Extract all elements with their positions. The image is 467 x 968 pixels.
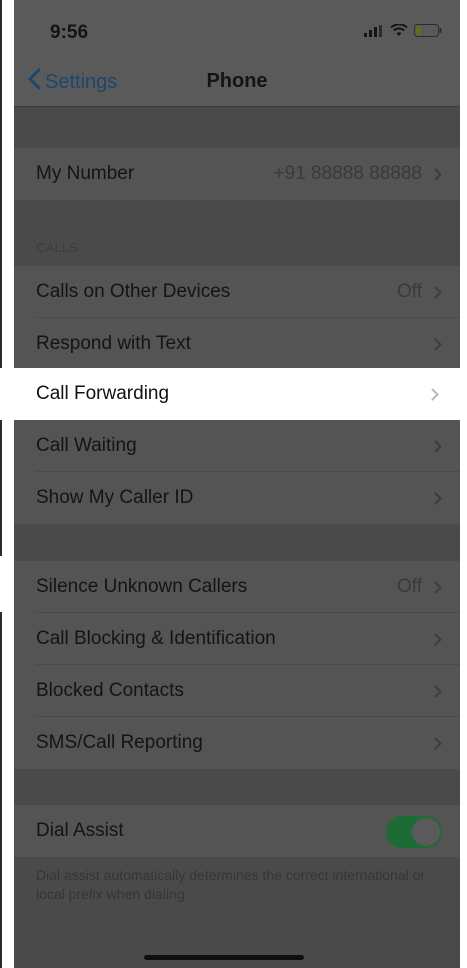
row-call-forwarding-label: Call Forwarding bbox=[36, 383, 170, 404]
row-my-number-label: My Number bbox=[36, 163, 135, 184]
row-calls-on-other-devices-label: Calls on Other Devices bbox=[36, 281, 231, 302]
dial-assist-toggle[interactable] bbox=[386, 816, 442, 848]
row-call-blocking[interactable]: Call Blocking & Identification bbox=[14, 613, 460, 665]
wifi-icon bbox=[390, 23, 408, 42]
chevron-right-icon bbox=[434, 685, 442, 703]
section-header-calls: CALLS bbox=[36, 240, 79, 255]
row-call-forwarding[interactable]: Call Forwarding bbox=[0, 368, 467, 420]
row-respond-with-text-label: Respond with Text bbox=[36, 333, 191, 354]
row-silence-unknown-callers-value: Off bbox=[397, 576, 422, 597]
row-my-number[interactable]: My Number +91 88888 88888 bbox=[14, 148, 460, 200]
left-edge-rule bbox=[0, 0, 2, 556]
status-icons bbox=[364, 23, 442, 42]
row-sms-call-reporting-label: SMS/Call Reporting bbox=[36, 732, 203, 753]
chevron-right-icon bbox=[434, 286, 442, 304]
nav-divider bbox=[14, 106, 460, 107]
row-calls-on-other-devices[interactable]: Calls on Other Devices Off bbox=[14, 266, 460, 318]
row-respond-with-text[interactable]: Respond with Text bbox=[14, 318, 460, 370]
row-show-my-caller-id[interactable]: Show My Caller ID bbox=[14, 472, 460, 524]
row-my-number-value: +91 88888 88888 bbox=[273, 163, 422, 184]
status-bar: 9:56 bbox=[14, 0, 460, 60]
status-time: 9:56 bbox=[50, 22, 89, 43]
battery-icon bbox=[414, 24, 442, 42]
chevron-right-icon bbox=[434, 338, 442, 356]
row-blocked-contacts[interactable]: Blocked Contacts bbox=[14, 665, 460, 717]
navigation-bar: Settings Phone bbox=[14, 60, 460, 106]
row-silence-unknown-callers[interactable]: Silence Unknown Callers Off bbox=[14, 561, 460, 613]
chevron-right-icon bbox=[434, 737, 442, 755]
toggle-knob bbox=[412, 818, 440, 846]
row-call-waiting[interactable]: Call Waiting bbox=[14, 420, 460, 472]
row-dial-assist: Dial Assist bbox=[14, 805, 460, 857]
chevron-right-icon bbox=[434, 581, 442, 599]
row-call-waiting-label: Call Waiting bbox=[36, 435, 137, 456]
signal-icon bbox=[364, 24, 384, 42]
chevron-right-icon bbox=[434, 492, 442, 510]
row-dial-assist-label: Dial Assist bbox=[36, 820, 124, 841]
chevron-right-icon bbox=[434, 168, 442, 186]
row-sms-call-reporting[interactable]: SMS/Call Reporting bbox=[14, 717, 460, 769]
row-call-blocking-label: Call Blocking & Identification bbox=[36, 628, 276, 649]
row-calls-on-other-devices-value: Off bbox=[397, 281, 422, 302]
chevron-right-icon bbox=[434, 633, 442, 651]
home-indicator[interactable] bbox=[144, 955, 304, 960]
phone-settings-screen: 9:56 Settings Phone My Number +91 88888 … bbox=[14, 0, 460, 968]
dial-assist-footer-note: Dial assist automatically determines the… bbox=[36, 867, 426, 902]
chevron-right-icon bbox=[434, 440, 442, 458]
row-blocked-contacts-label: Blocked Contacts bbox=[36, 680, 184, 701]
page-title: Phone bbox=[206, 70, 268, 92]
chevron-right-icon bbox=[431, 388, 439, 406]
row-show-my-caller-id-label: Show My Caller ID bbox=[36, 487, 194, 508]
row-silence-unknown-callers-label: Silence Unknown Callers bbox=[36, 576, 248, 597]
left-edge-rule-lower bbox=[0, 612, 2, 968]
